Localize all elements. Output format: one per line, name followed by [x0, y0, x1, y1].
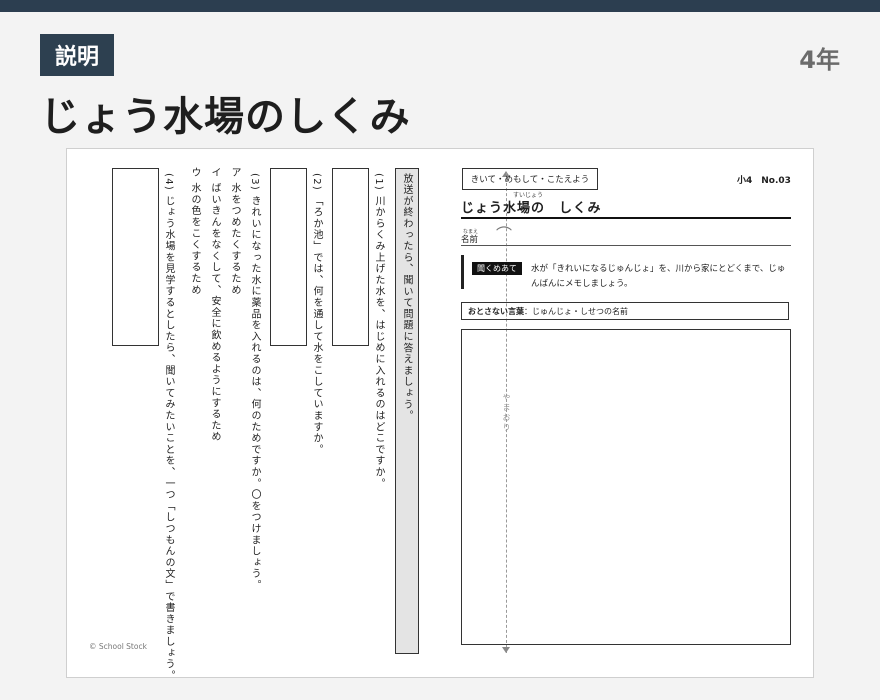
grade-label: 4年: [799, 46, 840, 74]
task-label: きいて・めもして・こたえよう: [462, 168, 598, 190]
worksheet-code: 小4 No.03: [737, 176, 791, 186]
title-underline: [461, 217, 791, 219]
memo-area: [461, 329, 791, 645]
q4-text: (4) じょう水場を見学するとしたら、聞いてみたいことを、一つ「しつもんの文」で…: [163, 173, 174, 682]
q3-option-c: ウ 水の色をこくするため: [189, 167, 200, 296]
top-bar: [0, 0, 880, 12]
instruction-bar: [461, 255, 464, 289]
worksheet-preview: (4) じょう水場を見学するとしたら、聞いてみたいことを、一つ「しつもんの文」で…: [66, 148, 814, 682]
copyright: © School Stock: [89, 642, 147, 651]
q3-option-a: ア 水をつめたくするため: [229, 167, 240, 296]
listen-goal-text: 水が「きれいになるじゅんじょ」を、川から家にとどくまで、じゅんばんにメモしましょ…: [531, 264, 786, 289]
keywords-box: おとさない言葉 ：じゅんじょ・しせつの名前: [461, 302, 789, 320]
keywords-text: ：じゅんじょ・しせつの名前: [524, 306, 628, 316]
q2-answer-box: [270, 168, 307, 346]
q2-text: (2) 「ろか池」では、何を通して水をこしていますか。: [311, 173, 322, 456]
instruction-text: 放送が終わったら、聞いて問題に答えましょう。: [401, 173, 412, 422]
q4-answer-box: [112, 168, 159, 346]
scissors-icon: ⌒: [496, 225, 513, 244]
q3-text: (3) きれいになった水に薬品を入れるのは、何のためですか。〇をつけましょう。: [249, 173, 260, 592]
keywords-label: おとさない言葉: [468, 306, 524, 316]
q3-option-b: イ ばいきんをなくして、安全に飲めるようにするため: [209, 167, 220, 443]
category-badge: 説明: [40, 34, 114, 76]
name-label: 名前: [461, 235, 479, 245]
q1-text: (1) 川からくみ上げた水を、はじめに入れるのはどこですか。: [373, 173, 384, 490]
fold-arrow-bottom-icon: [502, 647, 510, 653]
q1-answer-box: [332, 168, 369, 346]
page-title: じょう水場のしくみ: [40, 94, 411, 140]
name-line: [461, 245, 791, 246]
worksheet-title: じょう水場の しくみ: [461, 201, 602, 216]
listen-goal-tag: 聞くめあて: [472, 262, 522, 275]
